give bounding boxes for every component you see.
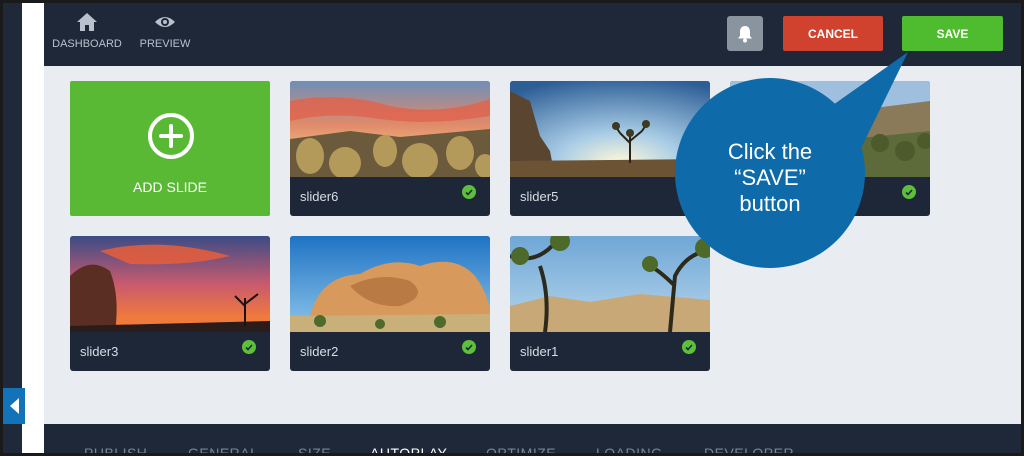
callout-pointer	[823, 52, 908, 175]
callout-text: Click the “SAVE” button	[675, 139, 865, 217]
callout-line-3: button	[739, 191, 801, 216]
callout-line-2: “SAVE”	[734, 165, 806, 190]
callout-line-1: Click the	[727, 139, 813, 164]
